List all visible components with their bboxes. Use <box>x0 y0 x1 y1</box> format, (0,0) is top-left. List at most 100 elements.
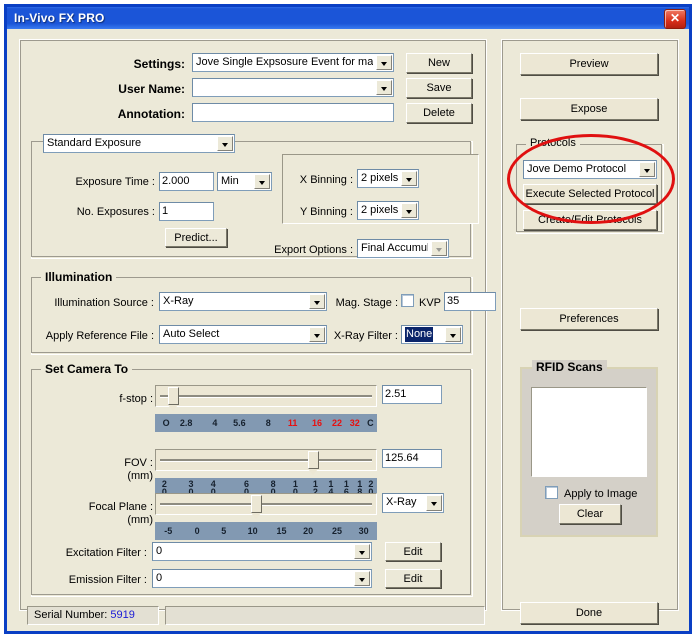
x-binning-value: 2 pixels <box>361 171 398 186</box>
emission-edit-button[interactable]: Edit <box>385 569 441 588</box>
no-exposures-input[interactable]: 1 <box>159 202 214 221</box>
exposure-mode-combo[interactable]: Standard Exposure <box>43 134 235 153</box>
protocol-combo[interactable]: Jove Demo Protocol <box>523 160 657 179</box>
xray-filter-value: None <box>405 327 433 342</box>
settings-label: Settings: <box>125 57 185 71</box>
fstop-label: f-stop : <box>65 393 153 405</box>
excitation-edit-button[interactable]: Edit <box>385 542 441 561</box>
chevron-down-icon[interactable] <box>376 55 392 70</box>
predict-button[interactable]: Predict... <box>165 228 227 247</box>
excitation-filter-value: 0 <box>156 544 351 559</box>
illumination-source-value: X-Ray <box>163 294 306 309</box>
scale-tick: 30 <box>359 526 369 536</box>
illumination-title: Illumination <box>41 270 116 284</box>
excitation-filter-combo[interactable]: 0 <box>152 542 372 561</box>
protocols-title: Protocols <box>526 137 580 149</box>
fov-label: FOV : <box>69 457 153 469</box>
delete-button[interactable]: Delete <box>406 103 472 123</box>
set-camera-to-title: Set Camera To <box>41 362 132 376</box>
preview-button[interactable]: Preview <box>520 53 658 75</box>
fstop-slider-thumb[interactable] <box>168 387 179 405</box>
expose-button[interactable]: Expose <box>520 98 658 120</box>
apply-to-image-label: Apply to Image <box>564 488 637 500</box>
fov-slider[interactable] <box>155 449 377 471</box>
exposure-time-unit-combo[interactable]: Min <box>217 172 272 191</box>
focal-plane-unit-label: (mm) <box>53 514 153 526</box>
execute-selected-protocol-button[interactable]: Execute Selected Protocol <box>523 184 657 204</box>
apply-to-image-checkbox[interactable] <box>545 486 558 499</box>
scale-tick: 11 <box>288 418 298 428</box>
user-name-label: User Name: <box>112 82 185 96</box>
exposure-time-input[interactable]: 2.000 <box>159 172 214 191</box>
scale-tick: 25 <box>332 526 342 536</box>
emission-filter-combo[interactable]: 0 <box>152 569 372 588</box>
chevron-down-icon[interactable] <box>401 203 417 218</box>
chevron-down-icon[interactable] <box>376 80 392 95</box>
fov-unit-label: (mm) <box>69 470 153 482</box>
focal-plane-label: Focal Plane : <box>53 501 153 513</box>
scale-tick: C <box>367 418 374 428</box>
scale-tick: 0 <box>195 526 200 536</box>
x-binning-combo[interactable]: 2 pixels <box>357 169 419 188</box>
focal-plane-slider-thumb[interactable] <box>251 495 262 513</box>
rfid-scans-title: RFID Scans <box>532 360 607 374</box>
scale-tick: 32 <box>350 418 360 428</box>
chevron-down-icon[interactable] <box>426 495 442 511</box>
scale-tick: 15 <box>277 526 287 536</box>
chevron-down-icon[interactable] <box>309 327 325 342</box>
client-area: Settings: Jove Single Expsosure Event fo… <box>7 29 689 631</box>
user-name-combo[interactable] <box>192 78 394 97</box>
settings-combo[interactable]: Jove Single Expsosure Event for making a… <box>192 53 394 72</box>
window-title: In-Vivo FX PRO <box>14 11 105 25</box>
scale-tick: -5 <box>164 526 172 536</box>
illumination-source-combo[interactable]: X-Ray <box>159 292 327 311</box>
scale-tick: 5 <box>221 526 226 536</box>
focal-plane-slider[interactable] <box>155 493 377 515</box>
fov-value-input[interactable]: 125.64 <box>382 449 442 468</box>
fstop-scale: O2.845.6811162232C <box>155 414 377 432</box>
kvp-label: KVP : <box>419 297 447 309</box>
illumination-source-label: Illumination Source : <box>39 297 154 309</box>
save-button[interactable]: Save <box>406 78 472 98</box>
scale-tick: 16 <box>312 418 322 428</box>
chevron-down-icon[interactable] <box>639 162 655 177</box>
serial-number-field: Serial Number: 5919 <box>27 606 159 625</box>
scale-tick: 20 <box>303 526 313 536</box>
annotation-input[interactable] <box>192 103 394 122</box>
chevron-down-icon[interactable] <box>354 544 370 559</box>
create-edit-protocols-button[interactable]: Create/Edit Protocols <box>523 210 657 230</box>
apply-reference-file-combo[interactable]: Auto Select <box>159 325 327 344</box>
chevron-down-icon[interactable] <box>309 294 325 309</box>
fov-slider-thumb[interactable] <box>308 451 319 469</box>
export-options-combo[interactable]: Final Accumulation <box>357 239 449 258</box>
close-icon[interactable]: ✕ <box>664 9 686 29</box>
chevron-down-icon <box>431 241 447 256</box>
kvp-input[interactable]: 35 <box>444 292 496 311</box>
xray-filter-combo[interactable]: None <box>401 325 463 344</box>
mag-stage-checkbox[interactable] <box>401 294 414 307</box>
new-button[interactable]: New <box>406 53 472 73</box>
annotation-label: Annotation: <box>105 107 185 121</box>
chevron-down-icon[interactable] <box>401 171 417 186</box>
y-binning-combo[interactable]: 2 pixels <box>357 201 419 220</box>
chevron-down-icon[interactable] <box>254 174 270 189</box>
focal-plane-mode-combo[interactable]: X-Ray <box>382 493 444 513</box>
emission-filter-value: 0 <box>156 571 351 586</box>
chevron-down-icon[interactable] <box>354 571 370 586</box>
scale-tick: 5.6 <box>233 418 246 428</box>
y-binning-label: Y Binning : <box>293 206 353 218</box>
export-options-value: Final Accumulation <box>361 241 428 256</box>
serial-number-value: 5919 <box>110 609 134 621</box>
fstop-slider[interactable] <box>155 385 377 407</box>
fstop-value-input[interactable]: 2.51 <box>382 385 442 404</box>
focal-plane-scale: -5051015202530 <box>155 522 377 540</box>
chevron-down-icon[interactable] <box>445 327 461 342</box>
preferences-button[interactable]: Preferences <box>520 308 658 330</box>
exposure-time-label: Exposure Time : <box>47 176 155 188</box>
status-message-field <box>165 606 485 625</box>
done-button[interactable]: Done <box>520 602 658 624</box>
clear-button[interactable]: Clear <box>559 504 621 524</box>
rfid-scans-list[interactable] <box>531 387 647 477</box>
y-binning-value: 2 pixels <box>361 203 398 218</box>
chevron-down-icon[interactable] <box>217 136 233 151</box>
